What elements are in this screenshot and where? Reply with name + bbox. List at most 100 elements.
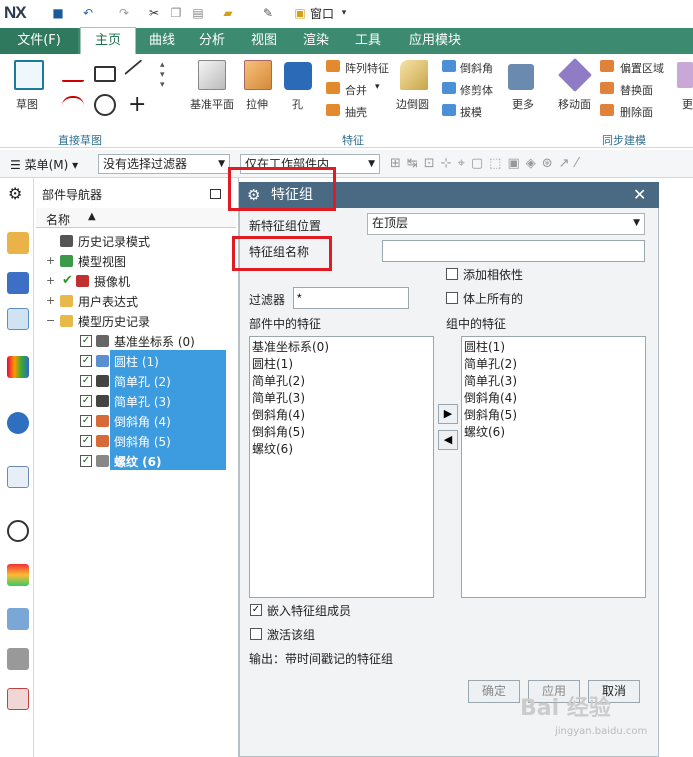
unite-icon[interactable]	[326, 82, 340, 94]
offset-region-icon[interactable]	[600, 60, 614, 72]
part-feature-item[interactable]: 螺纹(6)	[250, 441, 433, 458]
edge-blend-label[interactable]: 边倒圆	[396, 96, 429, 112]
extrude-label[interactable]: 拉伸	[246, 96, 268, 112]
feature-checkbox[interactable]: ✓	[80, 455, 92, 467]
pattern-feature-label[interactable]: 阵列特征	[345, 60, 389, 76]
datum-plane-icon[interactable]	[198, 60, 226, 90]
touch-mode-icon[interactable]: ✎	[260, 5, 276, 21]
offset-region-label[interactable]: 偏置区域	[620, 60, 664, 76]
profile-icon[interactable]	[62, 64, 84, 82]
tab-render[interactable]: 渲染	[294, 28, 338, 54]
menu-button[interactable]: ☰ 菜单(M) ▾	[10, 156, 78, 173]
settings-gear-icon[interactable]: ⚙	[8, 184, 22, 203]
expand-toggle-icon[interactable]: +	[46, 254, 55, 267]
hd3d-tools-icon[interactable]	[7, 412, 29, 434]
unite-label[interactable]: 合并	[345, 82, 367, 98]
group-feature-item[interactable]: 螺纹(6)	[462, 424, 645, 441]
feature-checkbox[interactable]: ✓	[80, 415, 92, 427]
edge-blend-icon[interactable]	[400, 60, 428, 90]
tab-analysis[interactable]: 分析	[190, 28, 234, 54]
manufacturing-wizard-icon[interactable]	[7, 648, 29, 670]
part-feature-item[interactable]: 简单孔(2)	[250, 373, 433, 390]
ok-button[interactable]: 确定	[468, 680, 520, 703]
remove-from-group-button[interactable]: ◀	[438, 430, 458, 450]
cut-icon[interactable]: ✂	[146, 5, 162, 21]
visual-effects-icon[interactable]	[7, 564, 29, 586]
trim-body-label[interactable]: 修剪体	[460, 82, 493, 98]
part-navigator-icon[interactable]	[7, 308, 29, 330]
reuse-library-icon[interactable]	[7, 356, 29, 378]
move-face-label[interactable]: 移动面	[558, 96, 591, 112]
more-features-icon[interactable]	[508, 64, 534, 90]
close-icon[interactable]: ✕	[633, 182, 646, 208]
trim-body-icon[interactable]	[442, 82, 456, 94]
activate-group-checkbox[interactable]	[250, 628, 262, 640]
datum-plane-label[interactable]: 基准平面	[190, 96, 234, 112]
assembly-navigator-icon[interactable]	[7, 232, 29, 254]
filter-input[interactable]	[293, 287, 409, 309]
part-features-list[interactable]: 基准坐标系(0) 圆柱(1) 简单孔(2) 简单孔(3) 倒斜角(4) 倒斜角(5) 螺纹(…	[249, 336, 434, 598]
part-feature-item[interactable]: 圆柱(1)	[250, 356, 433, 373]
tab-view[interactable]: 视图	[242, 28, 286, 54]
hole-icon[interactable]	[284, 62, 312, 90]
group-features-list[interactable]: 圆柱(1) 简单孔(2) 简单孔(3) 倒斜角(4) 倒斜角(5) 螺纹(6)	[461, 336, 646, 598]
window-menu[interactable]: 窗口	[310, 5, 334, 22]
tab-file[interactable]: 文件(F)	[0, 28, 78, 54]
line-icon[interactable]	[124, 59, 154, 89]
part-feature-item[interactable]: 倒斜角(5)	[250, 424, 433, 441]
expand-toggle-icon[interactable]: −	[46, 314, 55, 327]
hole-label[interactable]: 孔	[292, 96, 303, 112]
constraint-navigator-icon[interactable]	[7, 272, 29, 294]
tab-home[interactable]: 主页	[80, 27, 136, 55]
save-icon[interactable]: ■	[50, 5, 66, 21]
maximize-icon[interactable]	[210, 189, 221, 199]
group-feature-item[interactable]: 简单孔(3)	[462, 373, 645, 390]
window-icon[interactable]: ▣	[292, 5, 308, 21]
sketch-label[interactable]: 草图	[16, 96, 38, 112]
feature-checkbox[interactable]: ✓	[80, 335, 92, 347]
feature-checkbox[interactable]: ✓	[80, 355, 92, 367]
group-feature-item[interactable]: 圆柱(1)	[462, 339, 645, 356]
paste-icon[interactable]: ▤	[190, 5, 206, 21]
add-dependencies-checkbox[interactable]	[446, 268, 458, 280]
part-feature-item[interactable]: 倒斜角(4)	[250, 407, 433, 424]
all-in-body-checkbox[interactable]	[446, 292, 458, 304]
group-feature-item[interactable]: 简单孔(2)	[462, 356, 645, 373]
graphics-area[interactable]	[659, 182, 693, 757]
group-feature-item[interactable]: 倒斜角(5)	[462, 407, 645, 424]
chevron-down-icon[interactable]: ▾	[336, 5, 352, 21]
delete-face-label[interactable]: 删除面	[620, 104, 653, 120]
location-dropdown[interactable]: 在顶层 ▼	[367, 213, 645, 235]
snap-tools-icons[interactable]: ⊞↹⊡⊹⌖▢⬚▣◈⊛↗⁄	[390, 156, 584, 171]
move-face-icon[interactable]	[558, 58, 592, 92]
part-feature-item[interactable]: 基准坐标系(0)	[250, 339, 433, 356]
add-to-group-button[interactable]: ▶	[438, 404, 458, 424]
chamfer-icon[interactable]	[442, 60, 456, 72]
group-feature-item[interactable]: 倒斜角(4)	[462, 390, 645, 407]
sketch-gallery-chevron-icon[interactable]: ▴ ▾ ▾	[160, 60, 165, 90]
repeat-command-icon[interactable]: ▰	[220, 5, 236, 21]
column-header[interactable]: 名称 ▲	[36, 208, 236, 228]
redo-icon[interactable]: ↷	[116, 5, 132, 21]
replace-face-icon[interactable]	[600, 82, 614, 94]
tab-tools[interactable]: 工具	[346, 28, 390, 54]
pattern-feature-icon[interactable]	[326, 60, 340, 72]
unite-chevron-icon[interactable]: ▾	[375, 82, 380, 92]
point-icon[interactable]: +	[128, 92, 146, 117]
more-features-label[interactable]: 更多	[512, 96, 534, 112]
feature-checkbox[interactable]: ✓	[80, 375, 92, 387]
history-clock-icon[interactable]	[7, 520, 29, 542]
embed-members-checkbox[interactable]: ✓	[250, 604, 262, 616]
rectangle-icon[interactable]	[94, 66, 116, 82]
extrude-icon[interactable]	[244, 60, 272, 90]
group-name-input[interactable]	[382, 240, 645, 262]
feature-checkbox[interactable]: ✓	[80, 435, 92, 447]
draft-label[interactable]: 拔模	[460, 104, 482, 120]
expand-toggle-icon[interactable]: +	[46, 274, 55, 287]
circle-icon[interactable]	[94, 94, 116, 116]
shell-icon[interactable]	[326, 104, 340, 116]
arc-icon[interactable]	[62, 96, 84, 116]
undo-icon[interactable]: ↶	[80, 5, 96, 21]
chamfer-label[interactable]: 倒斜角	[460, 60, 493, 76]
expand-toggle-icon[interactable]: +	[46, 294, 55, 307]
